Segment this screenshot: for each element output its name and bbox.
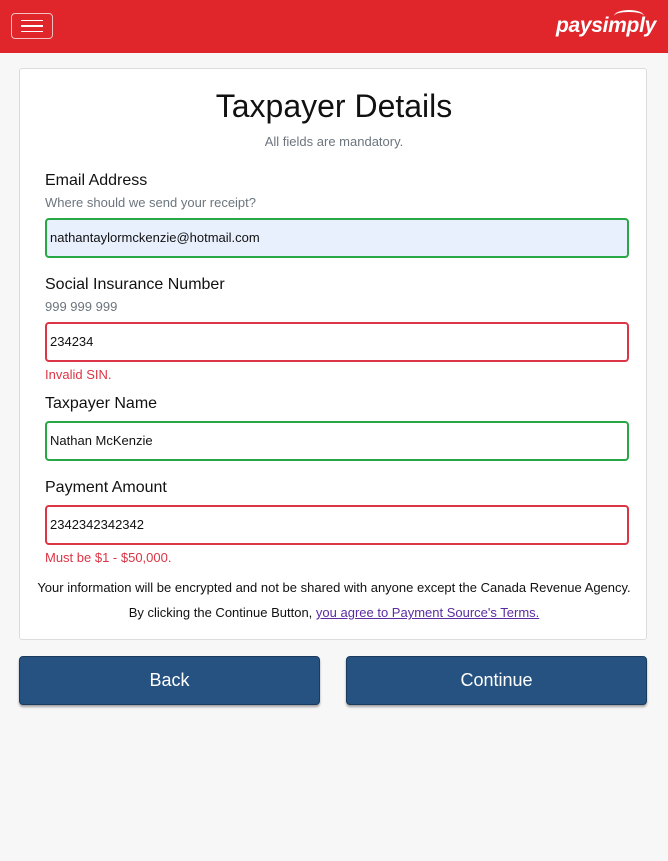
paysimply-logo[interactable]: paysimply: [556, 14, 656, 38]
payment-amount-label: Payment Amount: [45, 479, 167, 496]
payment-amount-error: Must be $1 - $50,000.: [45, 550, 172, 565]
sin-hint: 999 999 999: [45, 299, 118, 314]
taxpayer-name-field[interactable]: Nathan McKenzie: [45, 421, 629, 461]
sin-field[interactable]: 234234: [45, 322, 629, 362]
email-label: Email Address: [45, 172, 148, 189]
payment-amount-field[interactable]: 2342342342342: [45, 505, 629, 545]
terms-notice: By clicking the Continue Button, you agr…: [0, 605, 668, 620]
menu-bar-line: [21, 30, 43, 33]
taxpayer-name-label: Taxpayer Name: [45, 395, 158, 412]
page-subtitle: All fields are mandatory.: [264, 134, 404, 149]
menu-bar-line: [21, 19, 43, 22]
menu-bar-line: [21, 25, 43, 27]
sin-label: Social Insurance Number: [45, 276, 225, 293]
continue-button[interactable]: Continue: [346, 656, 647, 705]
back-button[interactable]: Back: [19, 656, 320, 705]
top-navbar: paysimply: [0, 0, 668, 53]
hamburger-menu-icon[interactable]: [11, 13, 53, 39]
email-field[interactable]: nathantaylormckenzie@hotmail.com: [45, 218, 629, 258]
email-hint: Where should we send your receipt?: [45, 195, 257, 210]
terms-prefix-text: By clicking the Continue Button,: [128, 605, 316, 620]
sin-error: Invalid SIN.: [45, 367, 112, 382]
privacy-notice: Your information will be encrypted and n…: [37, 580, 631, 595]
terms-link[interactable]: you agree to Payment Source's Terms.: [316, 605, 539, 620]
page-title: Taxpayer Details: [215, 88, 453, 124]
